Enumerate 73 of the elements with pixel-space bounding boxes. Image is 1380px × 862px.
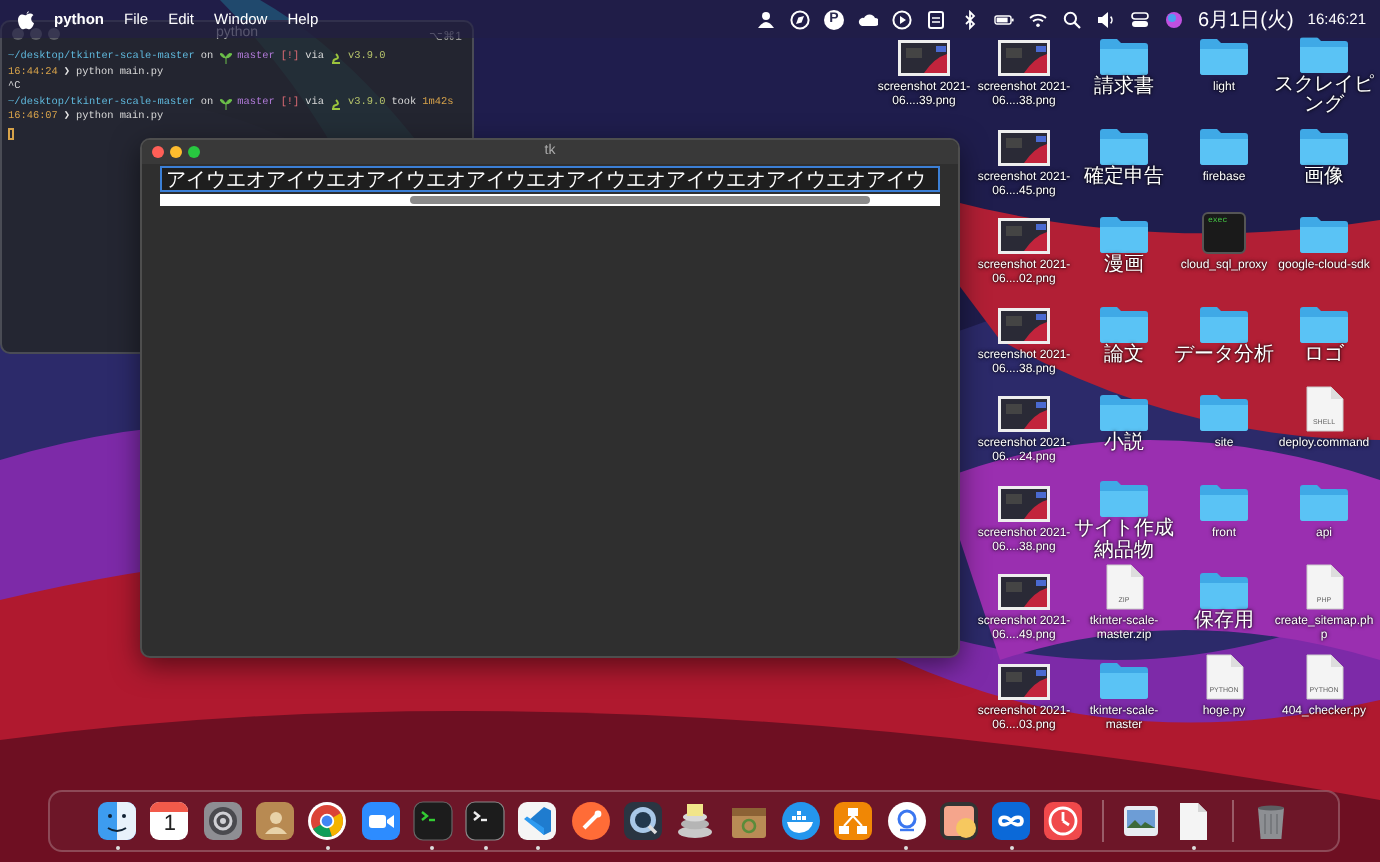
sprout-icon — [219, 97, 232, 110]
screenshot-thumbnail-icon[interactable] — [998, 396, 1050, 432]
battery-icon[interactable] — [994, 9, 1014, 29]
file-name[interactable]: データ分析 — [1174, 345, 1274, 366]
wifi-icon[interactable] — [1028, 9, 1048, 29]
close-button[interactable] — [152, 146, 164, 158]
clipboard-icon[interactable] — [926, 9, 946, 29]
speaker-icon[interactable] — [1096, 9, 1116, 29]
folder-icon[interactable] — [1098, 214, 1150, 254]
text-cursor — [8, 127, 14, 140]
folder-icon[interactable] — [1298, 214, 1350, 254]
screenshot-thumbnail-icon[interactable] — [998, 40, 1050, 76]
clock-icon[interactable] — [1042, 800, 1085, 842]
file-name[interactable]: ロゴ — [1274, 345, 1374, 366]
file-name[interactable]: スクレイピング — [1274, 75, 1374, 117]
menu-date[interactable]: 6月1日(火) — [1198, 5, 1294, 33]
file-name[interactable]: 請求書 — [1074, 78, 1174, 99]
screenshot-thumbnail-icon[interactable] — [898, 40, 950, 76]
file-name[interactable]: 論文 — [1074, 345, 1174, 366]
database-stack-icon[interactable] — [674, 800, 717, 842]
play-icon[interactable] — [892, 9, 912, 29]
image-viewer-icon[interactable] — [937, 800, 980, 842]
screenshot-thumbnail-icon[interactable] — [998, 307, 1050, 343]
rocket-icon[interactable] — [569, 800, 612, 842]
video-camera-icon[interactable] — [359, 800, 402, 842]
file-name[interactable]: サイト作成納品物 — [1074, 520, 1174, 562]
file-name[interactable]: 小説 — [1074, 434, 1174, 455]
file-name[interactable]: 画像 — [1274, 167, 1374, 188]
diagram-icon[interactable] — [832, 800, 875, 842]
apple-icon[interactable] — [18, 9, 34, 29]
figure-icon[interactable] — [756, 9, 776, 29]
snake-icon — [330, 51, 342, 64]
photo-icon[interactable] — [1120, 800, 1163, 842]
scrollbar[interactable] — [160, 194, 940, 206]
screenshot-thumbnail-icon[interactable] — [998, 663, 1050, 699]
text-entry-field[interactable]: アイウエオアイウエオアイウエオアイウエオアイウエオアイウエオアイウエオアイウ — [160, 166, 940, 192]
folder-icon[interactable] — [1198, 36, 1250, 76]
terminal-icon[interactable] — [411, 800, 454, 842]
compass-icon[interactable] — [790, 9, 810, 29]
screenshot-thumbnail-icon[interactable] — [998, 129, 1050, 165]
face-icon[interactable] — [96, 800, 139, 842]
zoom-button[interactable] — [188, 146, 200, 158]
snake-icon — [330, 97, 342, 110]
search-icon[interactable] — [1062, 9, 1082, 29]
terminal-icon[interactable] — [464, 800, 507, 842]
sprout-icon — [219, 51, 232, 64]
contacts-book-icon[interactable] — [253, 800, 296, 842]
color-wheel-icon[interactable] — [306, 800, 349, 842]
lens-icon[interactable] — [622, 800, 665, 842]
code-editor-icon[interactable] — [516, 800, 559, 842]
file-name[interactable]: 漫画 — [1074, 256, 1174, 277]
minimize-button[interactable] — [170, 146, 182, 158]
screenshot-thumbnail-icon[interactable] — [998, 485, 1050, 521]
file-name[interactable]: 確定申告 — [1074, 167, 1174, 188]
whale-icon[interactable] — [779, 800, 822, 842]
orb-icon[interactable] — [1164, 9, 1184, 29]
screenshot-thumbnail-icon[interactable] — [998, 574, 1050, 610]
close-button[interactable] — [12, 28, 24, 40]
folder-icon[interactable] — [1198, 392, 1250, 432]
folder-icon[interactable] — [1098, 36, 1150, 76]
cloud-icon[interactable] — [858, 9, 878, 29]
calendar-day: 1 — [163, 812, 176, 838]
infinity-icon[interactable] — [990, 800, 1033, 842]
file-name[interactable]: 保存用 — [1174, 612, 1274, 633]
ring-icon[interactable] — [885, 800, 928, 842]
gear-icon[interactable] — [201, 800, 244, 842]
control-center-icon[interactable] — [1130, 9, 1150, 29]
scrollbar-thumb[interactable] — [409, 196, 870, 204]
folder-icon[interactable] — [1098, 392, 1150, 432]
bluetooth-icon[interactable] — [960, 9, 980, 29]
calendar-icon[interactable]: 1 — [150, 802, 189, 840]
screenshot-thumbnail-icon[interactable] — [998, 218, 1050, 254]
folder-icon[interactable] — [1198, 570, 1250, 610]
